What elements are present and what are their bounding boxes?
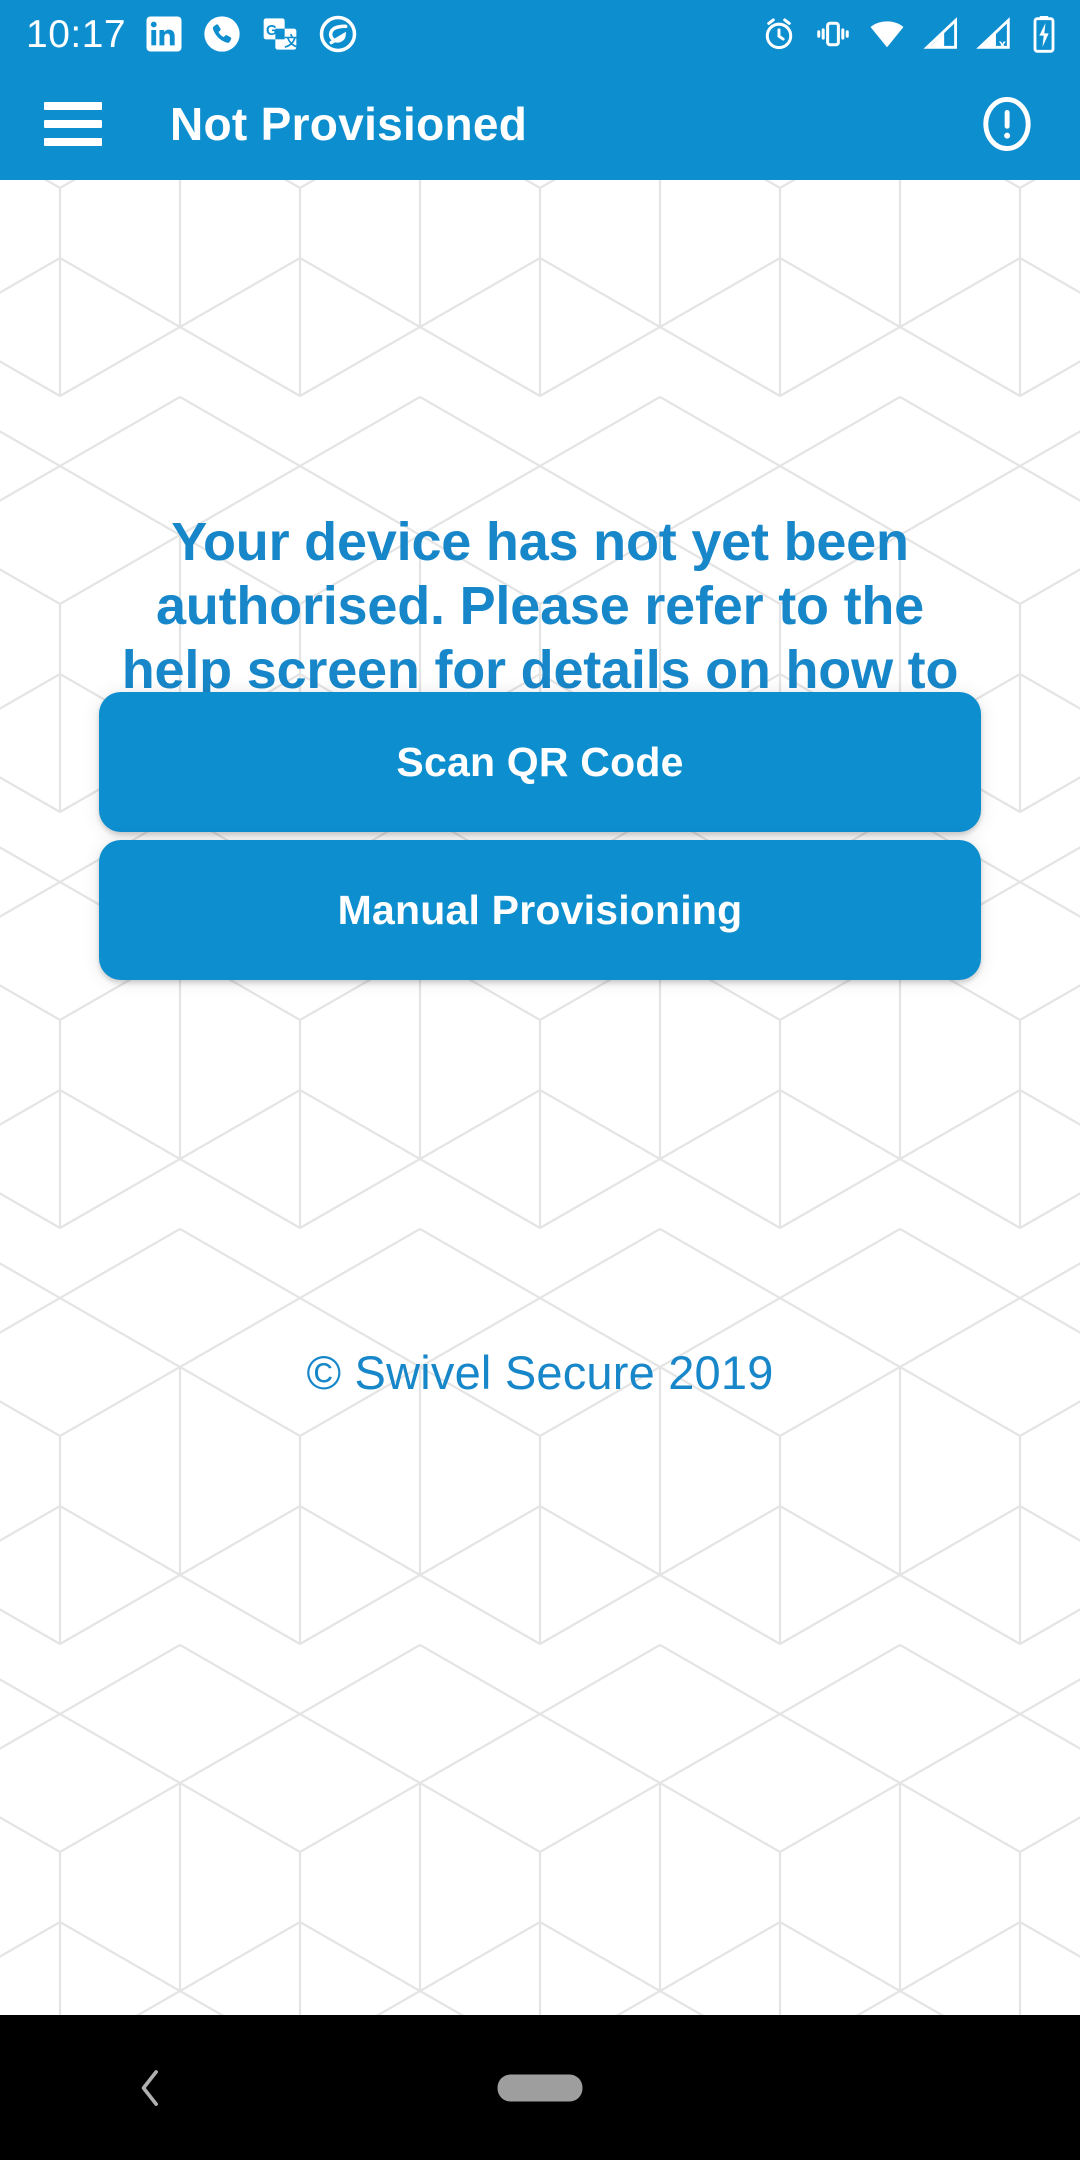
home-pill-button[interactable] — [497, 2074, 583, 2101]
battery-charging-icon — [1033, 16, 1055, 53]
circle-swirl-icon — [319, 15, 357, 53]
svg-text:文: 文 — [284, 33, 299, 49]
signal-no-sim-icon: x — [976, 17, 1010, 52]
svg-text:G: G — [266, 23, 277, 39]
wifi-icon — [870, 21, 904, 48]
exclamation-circle-icon — [983, 97, 1031, 151]
info-button[interactable] — [976, 93, 1038, 155]
manual-provisioning-button[interactable]: Manual Provisioning — [99, 840, 981, 980]
linkedin-icon — [146, 16, 182, 52]
phone-screen: 10:17 G 文 x Not Provisioned Your device … — [0, 0, 1080, 2160]
google-translate-icon: G 文 — [263, 18, 299, 50]
main-content: Your device has not yet been authorised.… — [0, 180, 1080, 2015]
hamburger-line-2 — [44, 120, 102, 128]
status-bar-clock: 10:17 — [26, 12, 127, 56]
status-bar-right-group: x — [760, 14, 1058, 54]
back-button[interactable] — [122, 2060, 178, 2116]
signal-bars-icon — [923, 17, 957, 49]
app-bar: Not Provisioned — [0, 68, 1080, 180]
chevron-left-icon — [141, 2069, 158, 2106]
vibrate-icon — [817, 21, 849, 47]
svg-text:x: x — [999, 37, 1007, 52]
hamburger-line-1 — [44, 102, 102, 110]
isometric-cube-background — [0, 180, 1080, 2015]
menu-icon[interactable] — [44, 102, 102, 146]
system-navigation-bar — [0, 2015, 1080, 2160]
phone-call-icon — [204, 16, 240, 52]
copyright-footer: © Swivel Secure 2019 — [306, 1346, 774, 1399]
page-title: Not Provisioned — [170, 98, 528, 150]
status-bar: 10:17 G 文 x — [0, 0, 1080, 68]
status-bar-left-group: 10:17 G 文 — [26, 14, 358, 54]
alarm-clock-icon — [765, 18, 793, 50]
hamburger-line-3 — [44, 138, 102, 146]
scan-qr-code-button[interactable]: Scan QR Code — [99, 692, 981, 832]
